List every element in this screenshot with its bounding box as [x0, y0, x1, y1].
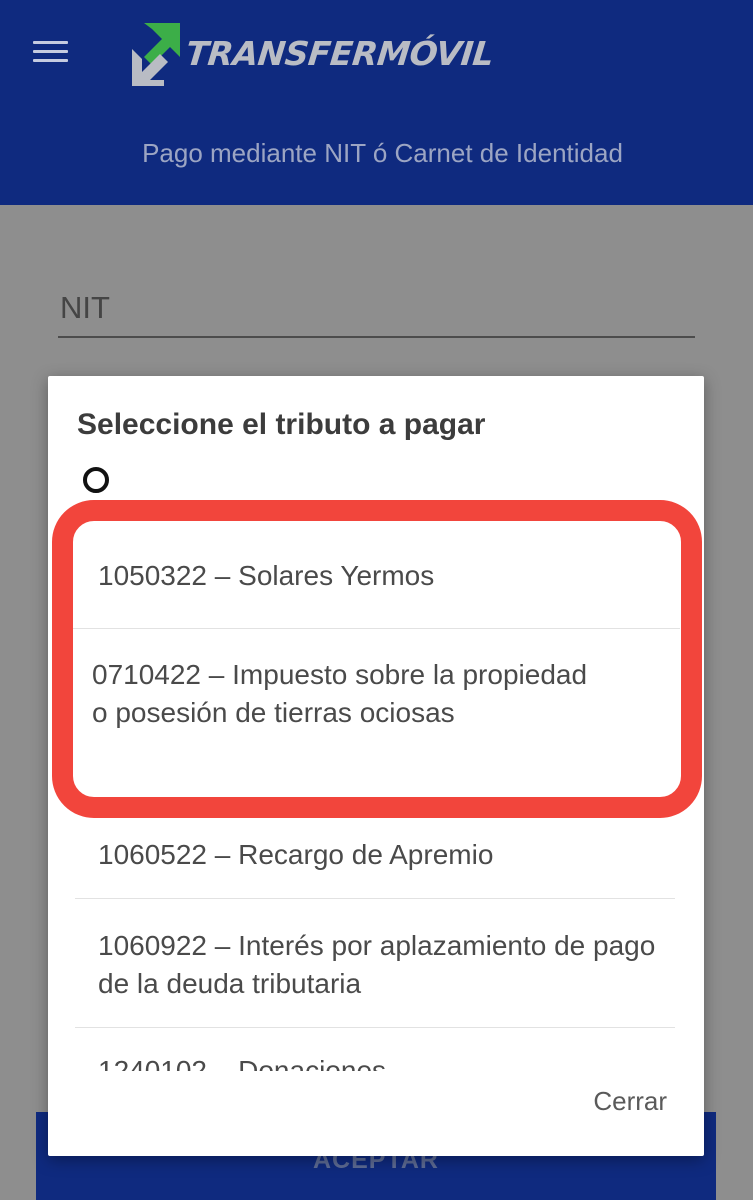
- close-button[interactable]: Cerrar: [593, 1086, 667, 1117]
- menu-icon[interactable]: [33, 39, 68, 65]
- list-item-label: 1060522 – Recargo de Apremio: [98, 839, 494, 870]
- list-item-label: 0710422 – Impuesto sobre la propiedad o …: [92, 659, 588, 728]
- transfermovil-logo: TRANSFERMÓVIL: [130, 18, 496, 88]
- list-divider: [75, 898, 675, 899]
- search-icon[interactable]: [81, 465, 111, 495]
- list-item-label: 1060922 – Interés por aplazamiento de pa…: [98, 930, 656, 999]
- list-item[interactable]: 0710422 – Impuesto sobre la propiedad o …: [92, 656, 592, 732]
- list-item[interactable]: 1060522 – Recargo de Apremio: [98, 836, 678, 874]
- list-item-label: 1050322 – Solares Yermos: [98, 560, 435, 591]
- page-subtitle: Pago mediante NIT ó Carnet de Identidad: [142, 138, 623, 168]
- transfer-arrows-icon: [132, 23, 180, 86]
- dialog-title: Seleccione el tributo a pagar: [77, 408, 486, 441]
- highlight-annotation: 1050322 – Solares Yermos 0710422 – Impue…: [52, 500, 702, 818]
- list-item[interactable]: 1240102 – Donaciones: [98, 1052, 678, 1071]
- list-divider: [73, 628, 680, 629]
- list-item[interactable]: 1050322 – Solares Yermos: [98, 557, 658, 595]
- list-item[interactable]: 1060922 – Interés por aplazamiento de pa…: [98, 927, 678, 1003]
- nit-field[interactable]: NIT: [58, 290, 695, 338]
- brand-name: TRANSFERMÓVIL: [183, 33, 496, 73]
- app-header: TRANSFERMÓVIL Pago mediante NIT ó Carnet…: [0, 0, 753, 205]
- list-item-label: 1240102 – Donaciones: [98, 1055, 387, 1071]
- list-divider: [75, 1027, 675, 1028]
